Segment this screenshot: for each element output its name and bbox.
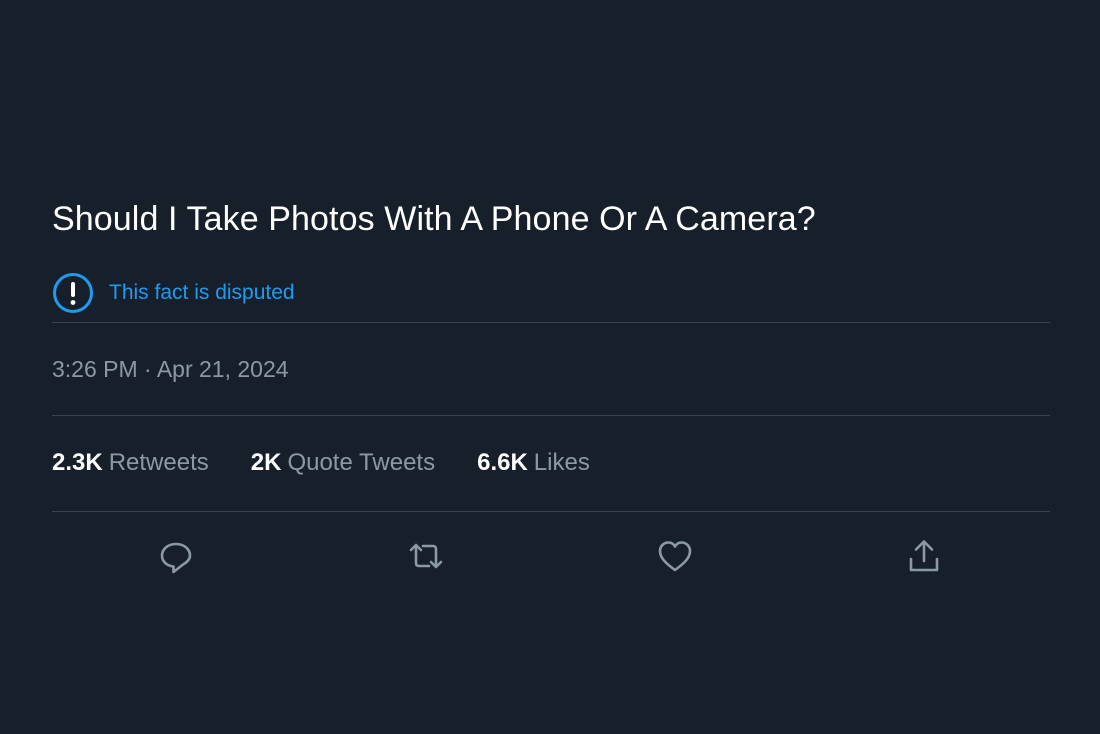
likes-count: 6.6K xyxy=(477,449,528,476)
retweet-button[interactable] xyxy=(403,533,449,579)
tweet-timestamp[interactable]: 3:26 PM · Apr 21, 2024 xyxy=(52,356,289,383)
reply-icon xyxy=(160,542,192,574)
divider xyxy=(52,322,1050,323)
exclamation-circle-icon xyxy=(52,272,94,314)
share-icon xyxy=(909,540,939,572)
share-button[interactable] xyxy=(901,533,947,579)
reply-button[interactable] xyxy=(153,533,199,579)
tweet-actions xyxy=(52,533,1050,579)
disputed-notice-label[interactable]: This fact is disputed xyxy=(109,281,295,305)
quote-tweets-label: Quote Tweets xyxy=(287,449,436,476)
divider xyxy=(52,415,1050,416)
divider xyxy=(52,511,1050,512)
tweet-text: Should I Take Photos With A Phone Or A C… xyxy=(52,200,816,238)
like-button[interactable] xyxy=(652,533,698,579)
tweet-detail: Should I Take Photos With A Phone Or A C… xyxy=(52,0,1050,734)
likes-label: Likes xyxy=(533,449,590,476)
tweet-stats: 2.3K Retweets 2K Quote Tweets 6.6K Likes xyxy=(52,449,632,477)
retweet-icon xyxy=(409,543,443,569)
quote-tweets-stat[interactable]: 2K Quote Tweets xyxy=(251,449,435,477)
disputed-notice[interactable]: This fact is disputed xyxy=(52,273,295,313)
retweets-stat[interactable]: 2.3K Retweets xyxy=(52,449,209,477)
like-icon xyxy=(658,541,692,572)
retweets-count: 2.3K xyxy=(52,449,103,476)
retweets-label: Retweets xyxy=(108,449,209,476)
quote-tweets-count: 2K xyxy=(250,449,282,476)
likes-stat[interactable]: 6.6K Likes xyxy=(477,449,590,477)
